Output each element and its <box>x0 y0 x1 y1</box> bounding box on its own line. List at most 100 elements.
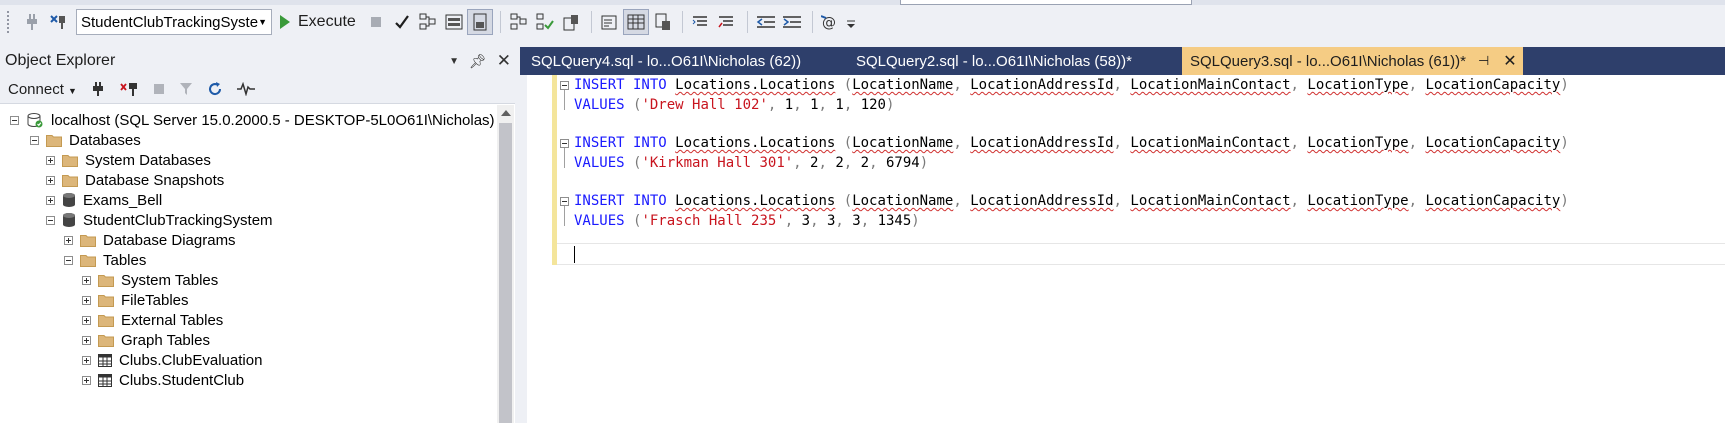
punctuation: , <box>793 155 802 171</box>
tree-node-label: Database Snapshots <box>85 171 225 189</box>
collapse-region-icon[interactable] <box>560 81 569 90</box>
toolbar-separator <box>681 11 683 33</box>
code-line[interactable]: VALUES ('Frasch Hall 235', 3, 3, 3, 1345… <box>574 211 920 232</box>
tree-node-label: System Databases <box>85 151 211 169</box>
expand-icon[interactable] <box>82 315 91 325</box>
connect-plug-icon[interactable] <box>20 10 44 34</box>
column-name: LocationAddressId <box>970 77 1114 93</box>
stop-icon[interactable] <box>153 83 165 95</box>
tree-node[interactable]: Graph Tables <box>82 329 210 351</box>
collapse-icon[interactable] <box>64 255 73 265</box>
parse-check-icon[interactable] <box>390 10 414 34</box>
tree-node[interactable]: localhost (SQL Server 15.0.2000.5 - DESK… <box>10 109 495 131</box>
tree-node[interactable]: Databases <box>30 129 141 151</box>
sqlcmd-mode-icon[interactable] <box>466 9 493 35</box>
tab-pin-icon[interactable]: ⊣ <box>1478 53 1489 69</box>
punctuation: ) <box>911 213 920 229</box>
expand-icon[interactable] <box>46 175 55 185</box>
execute-button[interactable]: Execute <box>280 13 356 31</box>
disconnect-icon[interactable] <box>119 81 139 97</box>
pin-icon[interactable]: 📌︎ <box>469 53 487 70</box>
connect-label: Connect <box>8 80 64 98</box>
expand-icon[interactable] <box>82 335 91 345</box>
scrollbar-thumb[interactable] <box>499 123 512 423</box>
tree-node[interactable]: StudentClubTrackingSystem <box>46 209 273 231</box>
tree-node-label: External Tables <box>121 311 224 329</box>
punctuation: ( <box>843 193 853 209</box>
expand-icon[interactable] <box>82 355 91 365</box>
window-position-dropdown-icon[interactable]: ▼ <box>449 56 459 67</box>
folder-icon <box>80 234 96 247</box>
expand-icon[interactable] <box>82 375 91 385</box>
collapse-region-icon[interactable] <box>560 197 569 206</box>
code-line[interactable]: VALUES ('Drew Hall 102', 1, 1, 1, 120) <box>574 95 894 116</box>
change-connection-icon[interactable] <box>46 10 70 34</box>
tab-sqlquery4[interactable]: SQLQuery4.sql - lo...O61I\Nicholas (62)) <box>531 47 801 75</box>
object-explorer-tree: localhost (SQL Server 15.0.2000.5 - DESK… <box>0 105 497 423</box>
expand-icon[interactable] <box>82 275 91 285</box>
object-explorer-panel: Object Explorer ▼ 📌︎ ✕ Connect ▼ localho… <box>0 47 515 423</box>
include-actual-plan-icon[interactable] <box>507 10 531 34</box>
object-explorer-scrollbar[interactable] <box>497 105 514 423</box>
query-designer-icon[interactable] <box>442 10 466 34</box>
tab-close-icon[interactable]: ✕ <box>1503 51 1516 71</box>
tree-node[interactable]: System Databases <box>46 149 211 171</box>
refresh-icon[interactable] <box>207 81 223 97</box>
tree-node[interactable]: System Tables <box>82 269 218 291</box>
uncomment-icon[interactable] <box>715 10 739 34</box>
query-editor[interactable]: INSERT INTO Locations.Locations (Locatio… <box>520 75 1725 423</box>
tree-node[interactable]: FileTables <box>82 289 189 311</box>
sql-keyword: INSERT INTO <box>574 193 667 209</box>
scroll-up-icon[interactable] <box>501 110 511 116</box>
expand-icon[interactable] <box>46 195 55 205</box>
tree-node[interactable]: Database Diagrams <box>64 229 236 251</box>
available-databases-dropdown[interactable]: StudentClubTrackingSystem ▼ <box>76 9 272 35</box>
toolbar-overflow-icon[interactable] <box>845 10 857 34</box>
results-to-file-icon[interactable] <box>650 10 674 34</box>
code-line[interactable]: VALUES ('Kirkman Hall 301', 2, 2, 2, 679… <box>574 153 928 174</box>
code-line[interactable]: INSERT INTO Locations.Locations (Locatio… <box>574 75 1569 96</box>
tab-label: SQLQuery3.sql - lo...O61I\Nicholas (61))… <box>1190 52 1466 70</box>
connect-plug-icon[interactable] <box>91 81 105 97</box>
tree-node[interactable]: Tables <box>64 249 146 271</box>
tree-node-label: localhost (SQL Server 15.0.2000.5 - DESK… <box>51 111 495 129</box>
folder-icon <box>98 314 114 327</box>
tree-node[interactable]: Database Snapshots <box>46 169 224 191</box>
results-to-grid-icon[interactable] <box>622 9 649 35</box>
punctuation: , <box>1408 193 1418 209</box>
document-tabs-bar: SQLQuery4.sql - lo...O61I\Nicholas (62))… <box>520 47 1725 75</box>
tree-node[interactable]: Clubs.ClubEvaluation <box>82 349 262 371</box>
client-statistics-icon[interactable] <box>559 10 583 34</box>
collapse-region-icon[interactable] <box>560 139 569 148</box>
code-line[interactable]: INSERT INTO Locations.Locations (Locatio… <box>574 191 1569 212</box>
expand-icon[interactable] <box>82 295 91 305</box>
connect-dropdown-button[interactable]: Connect ▼ <box>8 81 77 98</box>
comment-out-icon[interactable] <box>689 10 713 34</box>
unsaved-changes-bar <box>552 75 557 265</box>
filter-icon[interactable] <box>179 82 193 96</box>
results-to-text-icon[interactable] <box>598 10 622 34</box>
live-query-statistics-icon[interactable] <box>533 10 557 34</box>
punctuation: , <box>835 213 844 229</box>
tree-node[interactable]: External Tables <box>82 309 223 331</box>
specify-template-values-icon[interactable]: @ <box>819 10 843 34</box>
tree-node[interactable]: Clubs.StudentClub <box>82 369 244 391</box>
toolbar-grip[interactable] <box>6 10 10 34</box>
collapse-icon[interactable] <box>46 215 55 225</box>
toolbar-separator <box>811 11 813 33</box>
expand-icon[interactable] <box>64 235 73 245</box>
decrease-indent-icon[interactable] <box>754 10 778 34</box>
tree-node[interactable]: Exams_Bell <box>46 189 162 211</box>
expand-icon[interactable] <box>46 155 55 165</box>
collapse-icon[interactable] <box>10 115 19 125</box>
tab-sqlquery2[interactable]: SQLQuery2.sql - lo...O61I\Nicholas (58))… <box>856 47 1132 75</box>
activity-monitor-icon[interactable] <box>236 82 255 96</box>
collapse-icon[interactable] <box>30 135 39 145</box>
display-estimated-plan-icon[interactable] <box>416 10 440 34</box>
increase-indent-icon[interactable] <box>780 10 804 34</box>
code-line[interactable]: INSERT INTO Locations.Locations (Locatio… <box>574 133 1569 154</box>
stop-icon[interactable] <box>364 10 388 34</box>
close-icon[interactable]: ✕ <box>497 51 511 71</box>
punctuation: , <box>1408 77 1418 93</box>
tab-sqlquery3[interactable]: SQLQuery3.sql - lo...O61I\Nicholas (61))… <box>1182 47 1523 75</box>
